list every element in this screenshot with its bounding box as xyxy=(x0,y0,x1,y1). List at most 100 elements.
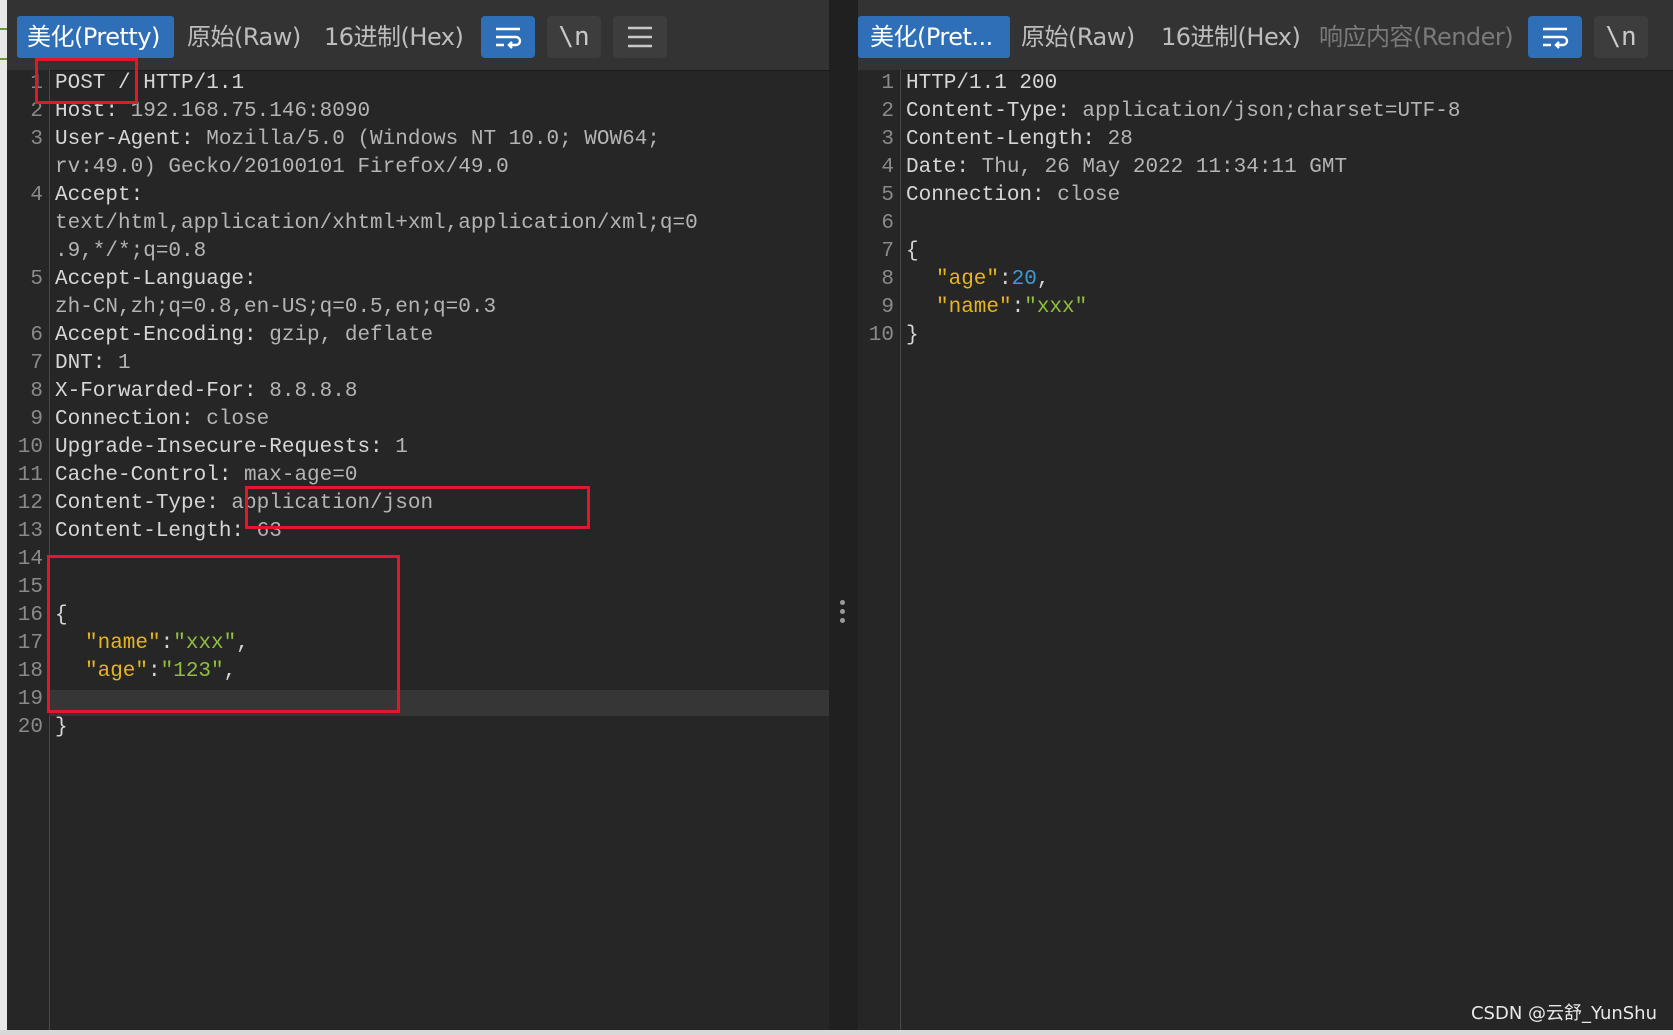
request-tab-pretty[interactable]: 美化(Pretty) xyxy=(17,16,174,58)
header-value: gzip, deflate xyxy=(256,324,434,347)
header-value: 8.8.8.8 xyxy=(256,380,358,403)
header-key: Connection: xyxy=(55,408,194,431)
line-number: 8 xyxy=(30,380,43,403)
line-number: 11 xyxy=(17,464,43,487)
header-accept-language: Accept-Language: xyxy=(55,266,257,294)
header-key: Accept: xyxy=(55,184,144,207)
header-key: Accept-Language: xyxy=(55,268,257,291)
json-colon: : xyxy=(999,268,1012,291)
line-number: 4 xyxy=(881,156,894,179)
line-number: 7 xyxy=(881,240,894,263)
line-number: 16 xyxy=(17,604,43,627)
header-key: Content-Type: xyxy=(55,492,219,515)
header-continuation: text/html,application/xhtml+xml,applicat… xyxy=(55,212,698,235)
line-number: 5 xyxy=(30,268,43,291)
header-connection: Connection: close xyxy=(906,182,1120,210)
header-accept-encoding: Accept-Encoding: gzip, deflate xyxy=(55,322,433,350)
request-editor[interactable]: 1 2 3 4 5 6 7 8 9 10 11 12 13 14 15 16 1… xyxy=(7,70,829,1030)
header-key: User-Agent: xyxy=(55,128,194,151)
line-number: 14 xyxy=(17,548,43,571)
watermark: CSDN @云舒_YunShu xyxy=(1470,1003,1657,1024)
response-tab-pretty[interactable]: 美化(Pret... xyxy=(858,16,1010,58)
header-date: Date: Thu, 26 May 2022 11:34:11 GMT xyxy=(906,154,1347,182)
response-tab-render[interactable]: 响应内容(Render) xyxy=(1319,16,1515,58)
line-number: 9 xyxy=(30,408,43,431)
json-close-brace: } xyxy=(55,716,68,739)
json-string-value: "xxx" xyxy=(1024,296,1088,319)
header-value: close xyxy=(193,408,270,431)
header-continuation: .9,*/*;q=0.8 xyxy=(55,240,207,263)
header-value: 1 xyxy=(382,436,408,459)
response-tab-raw[interactable]: 原始(Raw) xyxy=(1021,16,1143,58)
response-pane: 美化(Pret... 原始(Raw) 16进制(Hex) 响应内容(Render… xyxy=(858,0,1673,1030)
wrap-lines-icon xyxy=(496,27,522,49)
line-number: 10 xyxy=(868,324,894,347)
pane-splitter[interactable] xyxy=(829,0,858,1030)
line-number: 7 xyxy=(30,352,43,375)
header-value: 1 xyxy=(105,352,131,375)
header-key: DNT: xyxy=(55,352,106,375)
response-wrap-lines-button[interactable] xyxy=(1528,16,1582,58)
header-value: close xyxy=(1044,184,1121,207)
header-content-length: Content-Length: 28 xyxy=(906,126,1133,154)
line-number: 15 xyxy=(17,576,43,599)
header-value: 28 xyxy=(1095,128,1133,151)
wrap-lines-button[interactable] xyxy=(481,16,535,58)
annotation-box-json-body xyxy=(47,555,400,713)
line-number: 6 xyxy=(881,212,894,235)
json-pair-age: "age":20, xyxy=(936,266,1049,294)
line-number: 17 xyxy=(17,632,43,655)
header-key: Content-Type: xyxy=(906,100,1070,123)
line-number: 18 xyxy=(17,660,43,683)
header-continuation: rv:49.0) Gecko/20100101 Firefox/49.0 xyxy=(55,156,509,179)
line-number: 3 xyxy=(30,128,43,151)
response-tab-hex[interactable]: 16进制(Hex) xyxy=(1161,16,1301,58)
header-value: Mozilla/5.0 (Windows NT 10.0; WOW64; xyxy=(193,128,660,151)
line-number: 10 xyxy=(17,436,43,459)
line-number: 2 xyxy=(881,100,894,123)
request-tab-hex[interactable]: 16进制(Hex) xyxy=(324,16,464,58)
header-value: application/json;charset=UTF-8 xyxy=(1069,100,1461,123)
header-dnt: DNT: 1 xyxy=(55,350,131,378)
header-key: Upgrade-Insecure-Requests: xyxy=(55,436,383,459)
menu-button[interactable] xyxy=(613,16,667,58)
line-number: 19 xyxy=(17,688,43,711)
show-newlines-button[interactable]: \n xyxy=(547,16,601,58)
response-tab-bar: 美化(Pret... 原始(Raw) 16进制(Hex) 响应内容(Render… xyxy=(858,0,1673,71)
line-number: 8 xyxy=(881,268,894,291)
line-number: 6 xyxy=(30,324,43,347)
header-value: 192.168.75.146:8090 xyxy=(118,100,371,123)
wrap-lines-icon xyxy=(1543,27,1569,49)
header-value: max-age=0 xyxy=(231,464,358,487)
request-tab-raw[interactable]: 原始(Raw) xyxy=(187,16,307,58)
header-accept: Accept: xyxy=(55,182,143,210)
line-number: 9 xyxy=(881,296,894,319)
json-close-brace: } xyxy=(906,324,919,347)
json-pair-name: "name":"xxx" xyxy=(936,294,1087,322)
line-number: 12 xyxy=(17,492,43,515)
left-edge-strip xyxy=(0,0,7,1035)
line-number: 4 xyxy=(30,184,43,207)
header-x-forwarded-for: X-Forwarded-For: 8.8.8.8 xyxy=(55,378,357,406)
status-line: HTTP/1.1 200 xyxy=(906,72,1058,95)
header-key: Connection: xyxy=(906,184,1045,207)
json-colon: : xyxy=(1011,296,1025,319)
line-number: 13 xyxy=(17,520,43,543)
line-number: 1 xyxy=(881,72,894,95)
annotation-box-method xyxy=(35,58,138,104)
response-editor[interactable]: 1 2 3 4 5 6 7 8 9 10 HTTP/1.1 200 Conten… xyxy=(858,70,1673,1030)
header-user-agent: User-Agent: Mozilla/5.0 (Windows NT 10.0… xyxy=(55,126,660,154)
json-key: "age" xyxy=(936,268,1000,291)
header-connection: Connection: close xyxy=(55,406,269,434)
bottom-edge xyxy=(0,1030,1673,1035)
header-key: Date: xyxy=(906,156,970,179)
annotation-box-content-type xyxy=(245,486,590,529)
header-key: Content-Length: xyxy=(906,128,1096,151)
response-show-newlines-button[interactable]: \n xyxy=(1594,16,1648,58)
hamburger-menu-icon xyxy=(628,26,652,48)
header-value: Thu, 26 May 2022 11:34:11 GMT xyxy=(969,156,1348,179)
json-key: "name" xyxy=(936,296,1012,319)
request-pane: 美化(Pretty) 原始(Raw) 16进制(Hex) \n 1 2 3 4 … xyxy=(7,0,829,1030)
header-key: Cache-Control: xyxy=(55,464,232,487)
json-comma: , xyxy=(1036,268,1050,291)
